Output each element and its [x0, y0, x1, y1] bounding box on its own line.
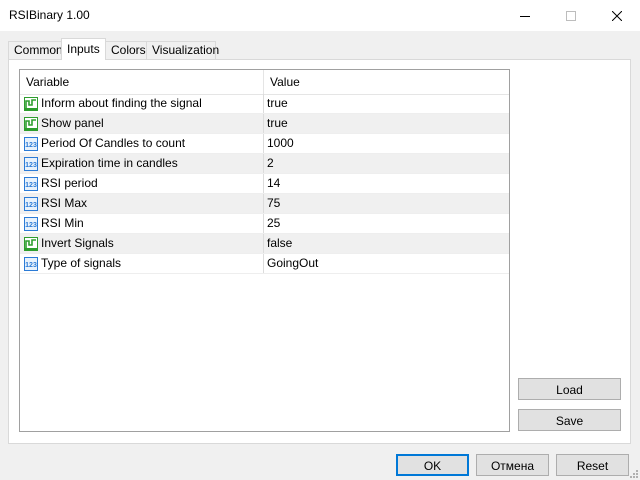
variable-name: Period Of Candles to count — [41, 136, 186, 150]
table-row[interactable]: Show panel true — [20, 114, 509, 134]
minimize-button[interactable] — [502, 0, 548, 31]
tab-common[interactable]: Common — [8, 41, 63, 59]
table-row[interactable]: 123 RSI Min 25 — [20, 214, 509, 234]
variable-cell: Invert Signals — [20, 234, 263, 253]
variable-cell: 123 Expiration time in candles — [20, 154, 263, 173]
variable-cell: 123 RSI Max — [20, 194, 263, 213]
number-icon: 123 — [24, 177, 38, 191]
variable-cell: Inform about finding the signal — [20, 94, 263, 113]
value-cell[interactable]: true — [263, 114, 509, 133]
close-button[interactable] — [594, 0, 640, 31]
tab-visualization[interactable]: Visualization — [146, 41, 219, 59]
reset-button[interactable]: Reset — [556, 454, 629, 476]
table-row[interactable]: 123 Expiration time in candles 2 — [20, 154, 509, 174]
number-icon: 123 — [24, 217, 38, 231]
ok-button[interactable]: OK — [396, 454, 469, 476]
table-row[interactable]: Inform about finding the signal true — [20, 94, 509, 114]
variable-cell: 123 Period Of Candles to count — [20, 134, 263, 153]
column-header-variable[interactable]: Variable — [20, 70, 69, 94]
tab-colors[interactable]: Colors — [105, 41, 147, 59]
number-icon: 123 — [24, 257, 38, 271]
svg-text:123: 123 — [25, 262, 37, 269]
variable-name: Inform about finding the signal — [41, 96, 202, 110]
value-cell[interactable]: true — [263, 94, 509, 113]
svg-text:123: 123 — [25, 142, 37, 149]
inputs-table: Variable Value Inform about finding the … — [19, 69, 510, 432]
bool-icon — [24, 97, 38, 111]
table-header: Variable Value — [20, 70, 509, 95]
value-cell[interactable]: 14 — [263, 174, 509, 193]
variable-name: RSI period — [41, 176, 98, 190]
number-icon: 123 — [24, 157, 38, 171]
value-cell[interactable]: GoingOut — [263, 254, 509, 273]
title-bar: RSIBinary 1.00 — [0, 0, 640, 31]
variable-cell: 123 RSI Min — [20, 214, 263, 233]
svg-text:123: 123 — [25, 182, 37, 189]
load-button[interactable]: Load — [518, 378, 621, 400]
save-button[interactable]: Save — [518, 409, 621, 431]
variable-name: Type of signals — [41, 256, 122, 270]
table-row[interactable]: 123 Type of signals GoingOut — [20, 254, 509, 274]
variable-name: RSI Max — [41, 196, 88, 210]
value-cell[interactable]: 1000 — [263, 134, 509, 153]
value-cell[interactable]: 2 — [263, 154, 509, 173]
bool-icon — [24, 237, 38, 251]
value-cell[interactable]: 25 — [263, 214, 509, 233]
variable-name: Expiration time in candles — [41, 156, 178, 170]
number-icon: 123 — [24, 197, 38, 211]
table-row[interactable]: 123 Period Of Candles to count 1000 — [20, 134, 509, 154]
close-icon — [612, 10, 622, 21]
variable-cell: 123 Type of signals — [20, 254, 263, 273]
svg-text:123: 123 — [25, 202, 37, 209]
window-title: RSIBinary 1.00 — [9, 8, 90, 22]
value-cell[interactable]: false — [263, 234, 509, 253]
table-row[interactable]: 123 RSI period 14 — [20, 174, 509, 194]
resize-grip-icon[interactable] — [628, 468, 639, 479]
maximize-icon — [566, 10, 576, 21]
table-row[interactable]: 123 RSI Max 75 — [20, 194, 509, 214]
variable-name: Invert Signals — [41, 236, 114, 250]
svg-text:123: 123 — [25, 222, 37, 229]
cancel-button[interactable]: Отмена — [476, 454, 549, 476]
variable-name: Show panel — [41, 116, 104, 130]
column-header-value[interactable]: Value — [264, 70, 300, 94]
variable-name: RSI Min — [41, 216, 84, 230]
value-cell[interactable]: 75 — [263, 194, 509, 213]
maximize-button[interactable] — [548, 0, 594, 31]
svg-text:123: 123 — [25, 162, 37, 169]
variable-cell: Show panel — [20, 114, 263, 133]
bool-icon — [24, 117, 38, 131]
variable-cell: 123 RSI period — [20, 174, 263, 193]
number-icon: 123 — [24, 137, 38, 151]
tab-inputs[interactable]: Inputs — [61, 38, 106, 60]
table-row[interactable]: Invert Signals false — [20, 234, 509, 254]
minimize-icon — [520, 15, 530, 17]
